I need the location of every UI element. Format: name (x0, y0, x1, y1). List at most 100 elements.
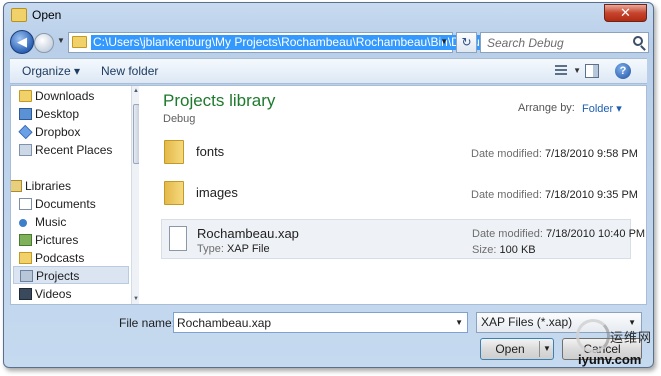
sidebar-item-label: Podcasts (35, 251, 85, 265)
file-date-modified: Date modified: 7/18/2010 10:40 PM (472, 228, 645, 240)
open-options-dropdown-icon[interactable]: ▼ (543, 339, 551, 359)
search-input[interactable] (481, 33, 629, 52)
file-name-input[interactable] (174, 313, 444, 332)
sidebar-item-label: Recent Places (35, 143, 113, 157)
path-text[interactable]: C:\Users\jblankenburg\My Projects\Rocham… (91, 35, 489, 50)
file-name-label: File name: (119, 316, 176, 330)
address-bar: ◀ ▼ C:\Users\jblankenburg\My Projects\Ro… (10, 30, 649, 56)
file-row-fonts[interactable]: fonts Date modified: 7/18/2010 9:58 PM (161, 132, 638, 172)
date-modified-value: 7/18/2010 9:58 PM (545, 148, 638, 160)
libraries-icon (11, 180, 22, 192)
file-type-value: XAP Files (*.xap) (481, 315, 573, 329)
sidebar-item-projects[interactable]: Projects (13, 266, 129, 284)
site-watermark: 运维网 iyunv.com (576, 319, 654, 373)
date-modified-value: 7/18/2010 10:40 PM (546, 228, 646, 240)
sidebar-item-label: Libraries (25, 179, 72, 193)
podcasts-icon (19, 252, 32, 264)
videos-icon (19, 288, 32, 300)
file-name-dropdown-icon[interactable]: ▼ (455, 318, 463, 327)
recent-places-icon (19, 144, 32, 156)
watermark-text-en: iyunv.com (578, 352, 642, 367)
sidebar-item-label: Pictures (35, 233, 79, 247)
file-name: images (196, 185, 238, 200)
sidebar-item-dropbox[interactable]: Dropbox (18, 123, 81, 141)
sidebar-item-recent-places[interactable]: Recent Places (19, 141, 113, 159)
scroll-up-icon[interactable]: ▲ (133, 88, 139, 94)
sidebar-item-podcasts[interactable]: Podcasts (19, 249, 85, 267)
sidebar-item-videos[interactable]: Videos (19, 285, 72, 303)
projects-icon (20, 270, 33, 282)
new-folder-button[interactable]: New folder (101, 64, 158, 78)
date-modified-value: 7/18/2010 9:35 PM (545, 189, 638, 201)
file-row-images[interactable]: images Date modified: 7/18/2010 9:35 PM (161, 173, 638, 213)
scrollbar-thumb[interactable] (133, 104, 139, 164)
desktop-icon (19, 108, 32, 120)
organize-button[interactable]: Organize ▾ (22, 64, 80, 78)
arrange-by-dropdown[interactable]: Folder ▾ (582, 102, 622, 115)
date-modified-label: Date modified: (471, 189, 542, 201)
recent-locations-dropdown-icon[interactable]: ▼ (57, 36, 65, 45)
folder-icon (164, 140, 184, 164)
size-label: Size: (472, 244, 497, 256)
command-bar: Organize ▾ New folder ▼ ? (10, 58, 647, 84)
file-type: Type: XAP File (197, 243, 270, 255)
search-box[interactable] (480, 32, 649, 53)
sidebar-item-label: Documents (35, 197, 96, 211)
preview-pane-icon[interactable] (585, 64, 599, 78)
sidebar-item-label: Videos (35, 287, 72, 301)
browser-area: Downloads Desktop Dropbox Recent Places … (10, 85, 647, 305)
window-title: Open (32, 8, 62, 22)
watermark-text-cn: 运维网 (610, 330, 653, 345)
type-value: XAP File (226, 243, 270, 255)
open-button-label[interactable]: Open (481, 339, 539, 359)
music-icon (19, 219, 27, 227)
arrange-by-label: Arrange by: (518, 102, 575, 114)
navigation-pane: Downloads Desktop Dropbox Recent Places … (11, 86, 139, 304)
refresh-button[interactable]: ↻ (456, 32, 477, 53)
date-modified-label: Date modified: (471, 148, 542, 160)
folder-icon (72, 36, 87, 48)
sidebar-item-label: Downloads (35, 89, 95, 103)
change-view-icon[interactable] (555, 65, 567, 77)
sidebar-item-documents[interactable]: Documents (19, 195, 96, 213)
title-bar: Open ✕ (4, 3, 653, 27)
path-field[interactable]: C:\Users\jblankenburg\My Projects\Rocham… (68, 32, 489, 53)
close-button[interactable]: ✕ (604, 4, 647, 22)
sidebar-item-downloads[interactable]: Downloads (19, 87, 95, 105)
pictures-icon (19, 234, 32, 246)
scroll-down-icon[interactable]: ▼ (133, 296, 139, 302)
file-list-pane: Projects library Debug Arrange by: Folde… (142, 86, 646, 304)
file-row-rochambeau-xap[interactable]: Rochambeau.xap Type: XAP File Date modif… (161, 219, 645, 259)
view-dropdown-icon[interactable]: ▼ (573, 66, 581, 75)
watermark-logo-icon (576, 319, 610, 353)
sidebar-scrollbar[interactable]: ▲ ▼ (131, 86, 139, 304)
file-date-modified: Date modified: 7/18/2010 9:35 PM (471, 189, 638, 201)
refresh-icon: ↻ (461, 35, 472, 49)
size-value: 100 KB (499, 244, 536, 256)
library-subtitle: Debug (163, 113, 196, 125)
search-icon[interactable] (633, 36, 643, 46)
folder-icon (164, 181, 184, 205)
sidebar-item-desktop[interactable]: Desktop (19, 105, 79, 123)
back-button[interactable]: ◀ (10, 30, 34, 54)
file-name-combobox[interactable]: ▼ (173, 312, 468, 333)
file-name: fonts (196, 144, 225, 159)
sidebar-item-label: Dropbox (35, 125, 81, 139)
library-title: Projects library (163, 91, 276, 110)
forward-button[interactable] (34, 33, 54, 53)
downloads-folder-icon (19, 90, 32, 102)
date-modified-label: Date modified: (472, 228, 543, 240)
xap-file-icon (169, 226, 187, 251)
split-divider (539, 341, 540, 357)
back-arrow-icon: ◀ (17, 34, 27, 49)
sidebar-item-label: Music (35, 215, 67, 229)
file-name: Rochambeau.xap (197, 226, 299, 241)
type-label: Type: (197, 243, 224, 255)
sidebar-item-music[interactable]: Music (19, 213, 67, 231)
help-icon[interactable]: ? (615, 63, 631, 79)
path-dropdown-icon[interactable]: ▼ (440, 37, 448, 46)
sidebar-item-libraries[interactable]: Libraries (11, 177, 72, 195)
folder-app-icon (11, 8, 27, 22)
open-button[interactable]: Open ▼ (480, 338, 554, 360)
sidebar-item-pictures[interactable]: Pictures (19, 231, 79, 249)
